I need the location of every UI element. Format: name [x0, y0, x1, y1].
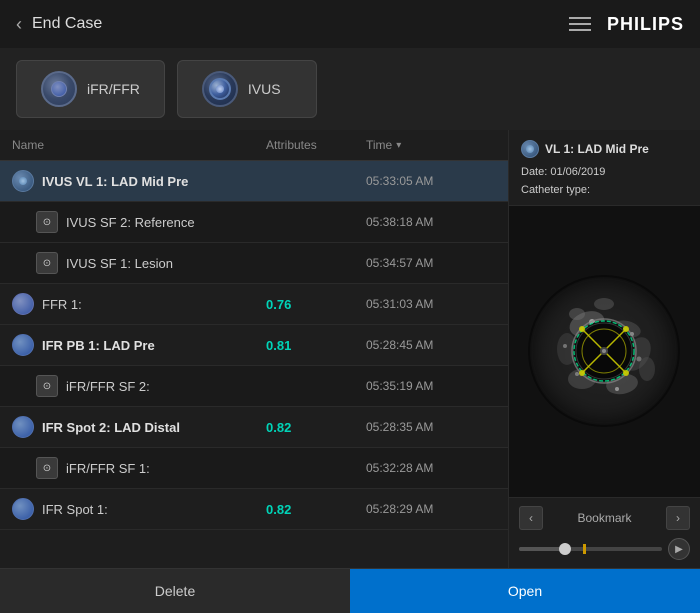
col-attributes: Attributes — [266, 138, 366, 152]
ifr-ffr-label: iFR/FFR — [87, 81, 140, 97]
row-time-cell: 05:28:35 AM — [366, 420, 496, 434]
table-row[interactable]: ⊙ IVUS SF 2: Reference 05:38:18 AM — [0, 202, 508, 243]
row-attr-cell: 0.82 — [266, 502, 366, 517]
ifr-icon — [41, 71, 77, 107]
row-time-cell: 05:31:03 AM — [366, 297, 496, 311]
ivus-svg — [527, 274, 682, 429]
table-row[interactable]: ⊙ iFR/FFR SF 2: 05:35:19 AM — [0, 366, 508, 407]
preview-title-row: VL 1: LAD Mid Pre — [521, 140, 688, 158]
table-row[interactable]: ⊙ iFR/FFR SF 1: 05:32:28 AM — [0, 448, 508, 489]
ifr-row-icon — [12, 334, 34, 356]
ivus-row-icon — [12, 170, 34, 192]
row-time-cell: 05:35:19 AM — [366, 379, 496, 393]
open-button[interactable]: Open — [350, 569, 700, 613]
mode-bar: iFR/FFR IVUS — [0, 48, 700, 130]
ivus-label: IVUS — [248, 81, 281, 97]
camera-icon: ⊙ — [36, 457, 58, 479]
camera-icon: ⊙ — [36, 252, 58, 274]
row-name-cell: ⊙ iFR/FFR SF 2: — [36, 375, 266, 397]
slider-marker — [583, 544, 586, 554]
row-attr-cell: 0.81 — [266, 338, 366, 353]
col-name: Name — [12, 138, 266, 152]
slider-thumb[interactable] — [559, 543, 571, 555]
col-time[interactable]: Time ▾ — [366, 138, 496, 152]
ivus-button[interactable]: IVUS — [177, 60, 317, 118]
slider-fill — [519, 547, 562, 551]
row-time-cell: 05:38:18 AM — [366, 215, 496, 229]
table-panel: Name Attributes Time ▾ IVUS VL 1: LAD Mi… — [0, 130, 508, 568]
ifr-row-icon — [12, 498, 34, 520]
action-bar: Delete Open — [0, 568, 700, 613]
header-right: PHILIPS — [569, 14, 684, 35]
preview-ivus-icon — [521, 140, 539, 158]
row-name-cell: ⊙ iFR/FFR SF 1: — [36, 457, 266, 479]
row-attr-cell: 0.82 — [266, 420, 366, 435]
back-button[interactable]: ‹ — [16, 14, 22, 35]
prev-button[interactable]: ‹ — [519, 506, 543, 530]
table-row[interactable]: IFR Spot 1: 0.82 05:28:29 AM — [0, 489, 508, 530]
row-attr-cell: 0.76 — [266, 297, 366, 312]
row-time-cell: 05:28:29 AM — [366, 502, 496, 516]
row-name-cell: IVUS VL 1: LAD Mid Pre — [12, 170, 266, 192]
camera-icon: ⊙ — [36, 211, 58, 233]
play-button[interactable]: ▶ — [668, 538, 690, 560]
preview-controls: ‹ Bookmark › ▶ — [509, 497, 700, 568]
ffr-row-icon — [12, 293, 34, 315]
next-button[interactable]: › — [666, 506, 690, 530]
table-row[interactable]: IVUS VL 1: LAD Mid Pre 05:33:05 AM — [0, 161, 508, 202]
delete-button[interactable]: Delete — [0, 569, 350, 613]
table-row[interactable]: IFR PB 1: LAD Pre 0.81 05:28:45 AM — [0, 325, 508, 366]
row-time-cell: 05:34:57 AM — [366, 256, 496, 270]
row-name-cell: ⊙ IVUS SF 1: Lesion — [36, 252, 266, 274]
ifr-row-icon — [12, 416, 34, 438]
row-name-cell: FFR 1: — [12, 293, 266, 315]
row-time-cell: 05:33:05 AM — [366, 174, 496, 188]
camera-icon: ⊙ — [36, 375, 58, 397]
preview-panel: VL 1: LAD Mid Pre Date: 01/06/2019 Cathe… — [508, 130, 700, 568]
header-left: ‹ End Case — [16, 14, 102, 35]
row-name-cell: IFR Spot 1: — [12, 498, 266, 520]
table-row[interactable]: IFR Spot 2: LAD Distal 0.82 05:28:35 AM — [0, 407, 508, 448]
preview-image — [509, 206, 700, 497]
ivus-icon — [202, 71, 238, 107]
preview-title: VL 1: LAD Mid Pre — [545, 142, 649, 156]
philips-logo: PHILIPS — [607, 14, 684, 35]
ifr-ffr-button[interactable]: iFR/FFR — [16, 60, 165, 118]
ivus-inner-icon — [209, 78, 231, 100]
table-header: Name Attributes Time ▾ — [0, 130, 508, 161]
row-time-cell: 05:32:28 AM — [366, 461, 496, 475]
row-name-cell: IFR Spot 2: LAD Distal — [12, 416, 266, 438]
bookmark-label: Bookmark — [577, 511, 631, 525]
main-content: Name Attributes Time ▾ IVUS VL 1: LAD Mi… — [0, 130, 700, 568]
preview-header: VL 1: LAD Mid Pre Date: 01/06/2019 Cathe… — [509, 130, 700, 206]
table-row[interactable]: FFR 1: 0.76 05:31:03 AM — [0, 284, 508, 325]
header: ‹ End Case PHILIPS — [0, 0, 700, 48]
row-name-cell: IFR PB 1: LAD Pre — [12, 334, 266, 356]
row-time-cell: 05:28:45 AM — [366, 338, 496, 352]
page-title: End Case — [32, 15, 102, 33]
table-row[interactable]: ⊙ IVUS SF 1: Lesion 05:34:57 AM — [0, 243, 508, 284]
slider-row: ▶ — [519, 538, 690, 560]
timeline-slider[interactable] — [519, 547, 662, 551]
chevron-down-icon: ▾ — [396, 140, 401, 151]
preview-meta: Date: 01/06/2019 Catheter type: — [521, 164, 688, 199]
bookmark-row: ‹ Bookmark › — [519, 506, 690, 530]
row-name-cell: ⊙ IVUS SF 2: Reference — [36, 211, 266, 233]
menu-icon[interactable] — [569, 17, 591, 31]
